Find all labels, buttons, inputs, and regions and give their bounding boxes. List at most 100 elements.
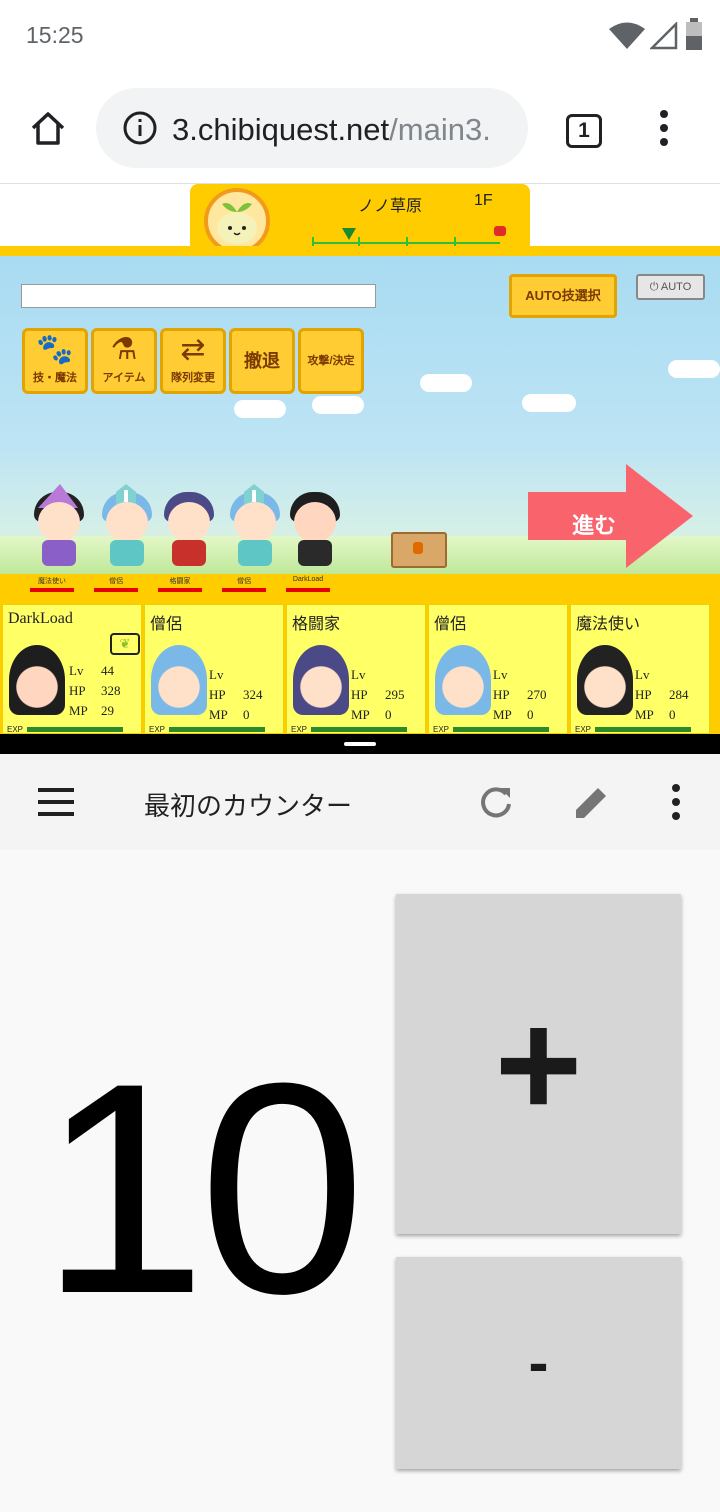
mascot-avatar [204,188,270,254]
refresh-icon[interactable] [478,784,514,820]
card-name: DarkLoad [8,610,73,627]
progress-markers [312,226,506,247]
mp-value: 0 [669,707,676,722]
status-card-wizard[interactable]: 魔法使い Lv HP 284 MP 0 EXP [570,604,710,734]
leaf-badge-icon: ❦ [110,633,140,655]
address-bar[interactable]: 3.chibiquest.net/main3. [96,88,528,168]
hp-value: 295 [385,687,405,702]
swap-arrows-icon: ⇄ [180,333,206,366]
auto-skill-select-button[interactable]: AUTO技選択 [509,274,617,318]
exp-bar [311,727,407,732]
status-time: 15:25 [26,22,84,48]
lv-label: Lv [69,663,84,678]
hamburger-menu-icon[interactable] [36,786,76,818]
hp-value: 284 [669,687,689,702]
mp-value: 0 [243,707,250,722]
exp-bar [595,727,691,732]
attack-confirm-button[interactable]: 攻撃/決定 [298,328,364,394]
exp-label: EXP [433,725,450,734]
tab-switcher-button[interactable]: 1 [566,114,602,148]
mp-value: 29 [101,703,114,718]
hp-label: HP [351,687,368,702]
card-name: 格闘家 [292,616,341,633]
party-hp-line [222,588,266,592]
decrement-button[interactable]: - [396,1257,681,1469]
mp-label: MP [635,707,654,722]
priest-portrait [151,645,207,715]
url-text: 3.chibiquest.net/main3. [172,112,491,148]
skill-magic-button[interactable]: 🐾 技・魔法 [22,328,88,394]
fighter-sprite [160,484,218,566]
hp-value: 324 [243,687,263,702]
cloud [668,360,720,378]
retreat-button[interactable]: 撤退 [229,328,295,394]
advance-label: 進む [572,513,617,538]
exp-bar [169,727,265,732]
floor-indicator: 1F [474,192,493,209]
exp-bar [453,727,549,732]
counter-area: 10 + - [0,850,720,1512]
lv-value: 44 [101,663,114,678]
area-name: ノノ草原 [358,198,423,215]
hp-label: HP [635,687,652,702]
item-label: アイテム [102,372,146,384]
sprout-icon [217,203,257,244]
game-view: ノノ草原 1F AUTO技選択 ⏻ AUTO 🐾 技・魔法 ⚗ アイテム ⇄ 隊… [0,184,720,734]
exp-bar [27,727,123,732]
app-bar: 最初のカウンター [0,754,720,850]
treasure-chest[interactable] [391,532,447,568]
overflow-menu-icon[interactable] [654,108,674,148]
mp-label: MP [351,707,370,722]
status-card-priest[interactable]: 僧侶 Lv HP 324 MP 0 EXP [144,604,284,734]
party-hp-line [30,588,74,592]
url-path: /main3. [389,112,491,147]
status-card-fighter[interactable]: 格闘家 Lv HP 295 MP 0 EXP [286,604,426,734]
increment-button[interactable]: + [396,894,681,1234]
overflow-menu-icon[interactable] [666,782,686,822]
game-header: ノノ草原 1F [190,184,530,254]
potion-icon: ⚗ [110,333,138,366]
hp-value: 328 [101,683,121,698]
split-screen-divider[interactable] [0,734,720,754]
battlefield: AUTO技選択 ⏻ AUTO 🐾 技・魔法 ⚗ アイテム ⇄ 隊列変更 撤退 攻… [0,256,720,574]
lv-label: Lv [351,667,366,682]
status-card-darkload[interactable]: DarkLoad ❦ Lv 44 HP 328 MP 29 EXP [2,604,142,734]
edit-pencil-icon[interactable] [572,782,612,822]
formation-change-label: 隊列変更 [171,372,215,384]
hp-label: HP [493,687,510,702]
mp-label: MP [493,707,512,722]
mp-value: 0 [527,707,534,722]
auto-toggle-button[interactable]: ⏻ AUTO [636,274,705,300]
formation-change-button[interactable]: ⇄ 隊列変更 [160,328,226,394]
cloud [234,400,286,418]
hp-value: 270 [527,687,547,702]
exp-label: EXP [149,725,166,734]
darkload-portrait [9,645,65,715]
cloud [420,374,472,392]
skill-magic-label: 技・魔法 [33,372,77,384]
retreat-label: 撤退 [244,351,280,371]
cloud [522,394,576,412]
party-order-name: 格闘家 [169,578,191,585]
card-name: 魔法使い [576,616,641,633]
fighter-portrait [293,645,349,715]
party-status-cards: DarkLoad ❦ Lv 44 HP 328 MP 29 EXP 僧侶 Lv … [0,604,720,734]
item-button[interactable]: ⚗ アイテム [91,328,157,394]
cloud [312,396,364,414]
status-card-priest[interactable]: 僧侶 Lv HP 270 MP 0 EXP [428,604,568,734]
lv-label: Lv [635,667,650,682]
lv-label: Lv [209,667,224,682]
hp-label: HP [209,687,226,702]
party-hp-line [94,588,138,592]
lv-label: Lv [493,667,508,682]
info-icon[interactable] [122,110,158,146]
party-order-name: DarkLoad [292,576,324,583]
browser-toolbar: 3.chibiquest.net/main3. 1 [0,72,720,184]
wizard-sprite [30,484,88,566]
battle-message-box [21,284,376,308]
divider-handle[interactable] [344,742,376,746]
priest-portrait [435,645,491,715]
home-icon[interactable] [28,108,68,148]
attack-confirm-label: 攻撃/決定 [307,355,355,367]
hp-label: HP [69,683,86,698]
